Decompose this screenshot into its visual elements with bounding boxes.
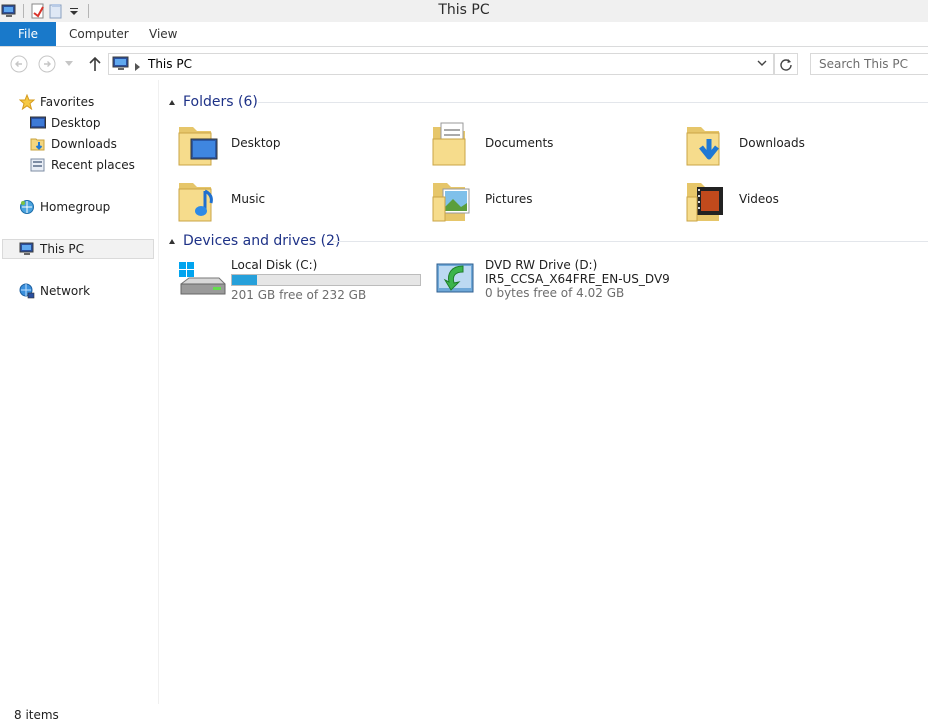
search-input[interactable]: Search This PC bbox=[810, 53, 928, 75]
drive-tile-dvd[interactable]: DVD RW Drive (D:) IR5_CCSA_X64FRE_EN-US_… bbox=[435, 258, 670, 304]
computer-icon bbox=[112, 56, 130, 74]
folder-label: Documents bbox=[485, 136, 554, 150]
drive-info: Local Disk (C:) 201 GB free of 232 GB bbox=[231, 258, 421, 304]
computer-icon bbox=[18, 240, 36, 258]
folder-downloads-icon bbox=[685, 119, 731, 167]
folders-group-header[interactable]: Folders (6) bbox=[169, 91, 258, 113]
folder-music-icon bbox=[177, 175, 223, 223]
tab-computer[interactable]: Computer bbox=[69, 22, 129, 46]
folder-label: Videos bbox=[739, 192, 779, 206]
folder-tile-music[interactable]: Music bbox=[177, 173, 265, 225]
item-count: 8 items bbox=[14, 708, 59, 722]
sidebar-item-label: Downloads bbox=[51, 137, 117, 151]
group-divider bbox=[258, 102, 928, 103]
sidebar-item-label: This PC bbox=[40, 242, 84, 256]
sidebar-item-label: Favorites bbox=[40, 95, 95, 109]
sidebar-item-label: Network bbox=[40, 284, 91, 298]
ribbon-tabs: File Computer View bbox=[0, 22, 928, 47]
refresh-icon bbox=[780, 59, 792, 71]
collapse-triangle-icon[interactable] bbox=[169, 99, 175, 105]
sidebar-item-desktop[interactable]: Desktop bbox=[29, 113, 101, 133]
recent-locations-dropdown[interactable] bbox=[62, 54, 76, 74]
status-bar: 8 items bbox=[0, 704, 928, 724]
drive-info: DVD RW Drive (D:) IR5_CCSA_X64FRE_EN-US_… bbox=[485, 258, 670, 304]
star-icon bbox=[18, 93, 36, 111]
collapse-triangle-icon[interactable] bbox=[169, 238, 175, 244]
sidebar-item-network[interactable]: Network bbox=[18, 281, 90, 301]
sidebar-item-label: Homegroup bbox=[40, 200, 111, 214]
title-bar: This PC bbox=[0, 0, 928, 22]
content-pane: Folders (6) Desktop Documents Downloads … bbox=[159, 80, 928, 704]
desktop-icon bbox=[29, 114, 47, 132]
search-placeholder: Search This PC bbox=[819, 57, 908, 71]
sidebar-item-label: Desktop bbox=[51, 116, 101, 130]
sidebar-item-favorites[interactable]: Favorites bbox=[18, 92, 94, 112]
breadcrumb[interactable]: This PC bbox=[148, 57, 192, 71]
window-title: This PC bbox=[438, 2, 490, 18]
up-button[interactable] bbox=[85, 54, 105, 74]
folder-label: Desktop bbox=[231, 136, 281, 150]
folder-label: Music bbox=[231, 192, 266, 206]
breadcrumb-chevron-icon[interactable] bbox=[135, 60, 140, 74]
folder-tile-desktop[interactable]: Desktop bbox=[177, 117, 281, 169]
tab-file[interactable]: File bbox=[0, 22, 56, 46]
tab-view[interactable]: View bbox=[149, 22, 177, 46]
sidebar-item-this-pc[interactable]: This PC bbox=[2, 239, 154, 259]
sidebar-item-homegroup[interactable]: Homegroup bbox=[18, 197, 110, 217]
folder-pictures-icon bbox=[431, 175, 477, 223]
devices-group-label: Devices and drives (2) bbox=[183, 233, 341, 249]
folder-documents-icon bbox=[431, 119, 477, 167]
network-icon bbox=[18, 282, 36, 300]
folder-desktop-icon bbox=[177, 119, 223, 167]
refresh-button[interactable] bbox=[774, 53, 798, 75]
chevron-down-icon[interactable] bbox=[757, 57, 767, 71]
drive-name: Local Disk (C:) bbox=[231, 258, 318, 272]
folder-tile-videos[interactable]: Videos bbox=[685, 173, 779, 225]
recent-places-icon bbox=[29, 156, 47, 174]
sidebar-item-recent-places[interactable]: Recent places bbox=[29, 155, 135, 175]
forward-button[interactable] bbox=[37, 54, 57, 74]
devices-group-header[interactable]: Devices and drives (2) bbox=[169, 230, 340, 252]
drive-volume-label: IR5_CCSA_X64FRE_EN-US_DV9 bbox=[485, 272, 670, 286]
homegroup-icon bbox=[18, 198, 36, 216]
folder-tile-documents[interactable]: Documents bbox=[431, 117, 553, 169]
folder-label: Downloads bbox=[739, 136, 805, 150]
folders-group-label: Folders (6) bbox=[183, 94, 258, 110]
downloads-icon bbox=[29, 135, 47, 153]
sidebar-item-downloads[interactable]: Downloads bbox=[29, 134, 117, 154]
drive-usage-bar bbox=[231, 274, 421, 286]
address-bar[interactable]: This PC bbox=[108, 53, 774, 75]
navigation-pane: Favorites Desktop Downloads Recent place… bbox=[0, 80, 159, 704]
folder-videos-icon bbox=[685, 175, 731, 223]
drive-usage-fill bbox=[232, 275, 258, 285]
dvd-drive-icon bbox=[435, 258, 481, 304]
back-button[interactable] bbox=[9, 54, 29, 74]
drive-tile-local-disk[interactable]: Local Disk (C:) 201 GB free of 232 GB bbox=[177, 258, 421, 304]
group-divider bbox=[333, 241, 928, 242]
address-row: This PC Search This PC bbox=[0, 47, 928, 80]
hard-drive-icon bbox=[177, 258, 227, 304]
drive-free-space: 0 bytes free of 4.02 GB bbox=[485, 286, 625, 300]
folder-label: Pictures bbox=[485, 192, 533, 206]
sidebar-item-label: Recent places bbox=[51, 158, 135, 172]
folder-tile-pictures[interactable]: Pictures bbox=[431, 173, 533, 225]
drive-name: DVD RW Drive (D:) bbox=[485, 258, 598, 272]
folder-tile-downloads[interactable]: Downloads bbox=[685, 117, 805, 169]
drive-free-space: 201 GB free of 232 GB bbox=[231, 288, 367, 302]
